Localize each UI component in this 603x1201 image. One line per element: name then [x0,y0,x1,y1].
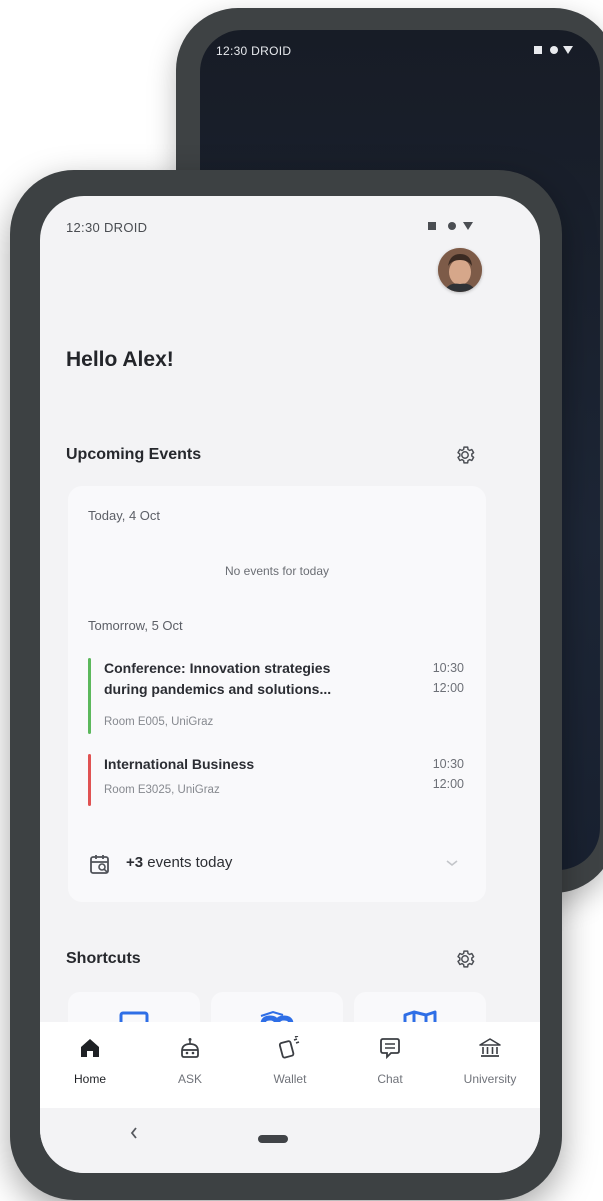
more-events-text: events today [143,854,233,871]
event-title-line: during pandemics and solutions... [104,681,332,697]
event-title: Conference: Innovation strategies during… [104,658,394,700]
status-time: 12:30 DROID [66,220,148,235]
event-times: 10:30 12:00 [422,658,464,698]
avatar[interactable] [438,248,482,292]
event-room: Room E3025, UniGraz [104,784,220,796]
greeting-title: Hello Alex! [66,348,174,371]
event-start-time: 10:30 [432,661,464,675]
event-title-line: Conference: Innovation strategies [104,660,331,676]
robot-icon [178,1036,202,1060]
upcoming-events-title: Upcoming Events [66,446,202,463]
nav-label: University [463,1072,517,1086]
events-card: Today, 4 Oct No events for today Tomorro… [68,486,486,902]
wallet-cards-icon [278,1036,302,1060]
nav-label: Chat [377,1072,403,1086]
shortcuts-title: Shortcuts [66,950,141,967]
back-chevron-icon[interactable] [128,1123,140,1143]
event-end-time: 12:00 [432,777,464,791]
chevron-down-icon[interactable] [444,858,460,868]
phone-screen: 12:30 DROID Hello Alex! Upcoming Events … [40,196,540,1173]
nav-label: Wallet [273,1072,307,1086]
event-end-time: 12:00 [432,681,464,695]
nav-item-home[interactable]: Home [40,1022,140,1108]
event-item[interactable]: International Business Room E3025, UniGr… [88,754,468,810]
home-icon [78,1036,102,1060]
event-start-time: 10:30 [432,757,464,771]
nav-label: ASK [177,1072,202,1086]
event-times: 10:30 12:00 [422,754,464,794]
event-room: Room E005, UniGraz [104,716,214,728]
nav-item-ask[interactable]: ASK [140,1022,240,1108]
more-events-count: +3 [126,854,144,871]
nav-item-chat[interactable]: Chat [340,1022,440,1108]
status-icons [420,220,484,232]
event-title: International Business [104,756,255,772]
home-pill[interactable] [258,1135,288,1143]
event-color-bar [88,754,91,806]
no-events-message: No events for today [224,564,330,578]
chat-icon [378,1036,402,1060]
more-events-link[interactable]: +3 events today [126,854,232,871]
back-status-icons [532,44,576,56]
nav-item-university[interactable]: University [440,1022,540,1108]
user-avatar-icon [438,248,482,292]
today-date-label: Today, 4 Oct [88,508,161,523]
shortcuts-settings-gear-icon[interactable] [454,948,476,970]
tomorrow-date-label: Tomorrow, 5 Oct [88,618,183,633]
nav-item-wallet[interactable]: Wallet [240,1022,340,1108]
event-color-bar [88,658,91,734]
university-icon [478,1036,502,1060]
back-status-time: 12:30 DROID [216,44,292,58]
system-nav-bar [40,1108,540,1173]
bottom-nav: Home ASK Wallet Chat University [40,1022,540,1108]
events-settings-gear-icon[interactable] [454,444,476,466]
nav-label: Home [73,1072,106,1086]
calendar-icon [88,852,112,876]
event-item[interactable]: Conference: Innovation strategies during… [88,658,468,738]
